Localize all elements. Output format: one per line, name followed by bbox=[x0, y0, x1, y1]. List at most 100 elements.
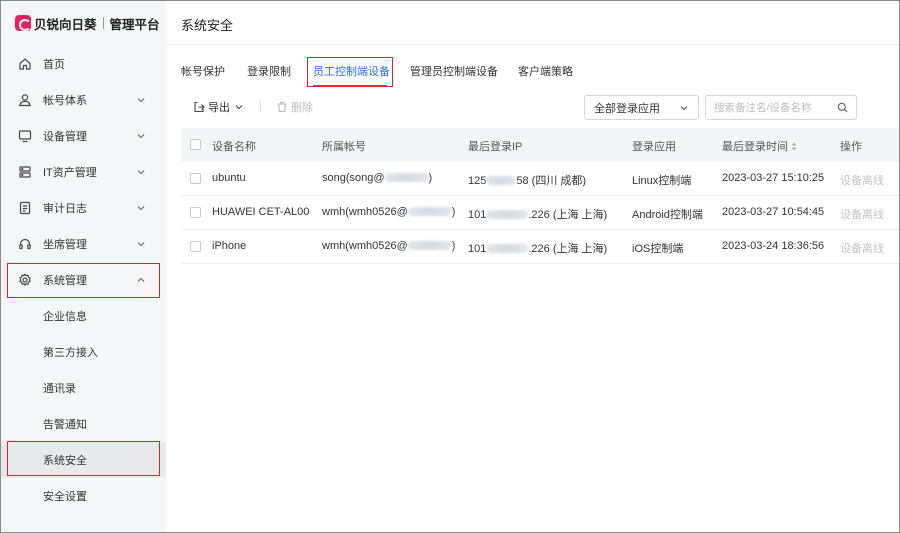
headset-icon bbox=[18, 237, 32, 251]
account-prefix: wmh(wmh0526@ bbox=[322, 240, 408, 252]
account-suffix: ) bbox=[428, 172, 433, 184]
sidebar-subitem-company-info[interactable]: 企业信息 bbox=[1, 298, 166, 334]
account-suffix: ) bbox=[451, 240, 456, 252]
login-app: Android控制端 bbox=[632, 209, 703, 221]
monitor-icon bbox=[18, 129, 32, 143]
account-prefix: wmh(wmh0526@ bbox=[322, 206, 408, 218]
sunlogin-logo-icon bbox=[15, 15, 31, 31]
tab-client-policy[interactable]: 客户端策略 bbox=[518, 63, 573, 79]
account: wmh(wmh0526@) bbox=[322, 240, 455, 252]
column-header-login-app: 登录应用 bbox=[632, 141, 676, 153]
ip-prefix: 125 bbox=[468, 175, 487, 187]
home-icon bbox=[18, 57, 32, 71]
sidebar-item-devices[interactable]: 设备管理 bbox=[1, 118, 166, 154]
sidebar-item-seats[interactable]: 坐席管理 bbox=[1, 226, 166, 262]
sidebar-subitem-alerts[interactable]: 告警通知 bbox=[1, 406, 166, 442]
search-input[interactable] bbox=[706, 96, 831, 119]
last-login-ip: 125 58 (四川 成都) bbox=[468, 172, 586, 188]
sidebar-item-label: 设备管理 bbox=[43, 131, 87, 143]
sidebar-item-home[interactable]: 首页 bbox=[1, 46, 166, 82]
row-checkbox[interactable] bbox=[190, 241, 201, 252]
page-title: 系统安全 bbox=[181, 18, 234, 33]
sidebar-item-label: 审计日志 bbox=[43, 203, 87, 215]
redacted-mask bbox=[486, 244, 529, 253]
sidebar-item-label: IT资产管理 bbox=[43, 167, 97, 179]
product-name: 管理平台 bbox=[109, 17, 160, 32]
sidebar-item-it-assets[interactable]: IT资产管理 bbox=[1, 154, 166, 190]
app-window: 贝锐向日葵 管理平台 首页 帐号体系 设备管理 IT资产管理 审计日志 坐席管理… bbox=[0, 0, 900, 533]
logo-divider bbox=[102, 17, 104, 29]
export-button[interactable]: 导出 bbox=[193, 98, 245, 116]
search-icon[interactable] bbox=[837, 102, 848, 113]
login-app: iOS控制端 bbox=[632, 243, 684, 255]
last-login-ip: 101 .226 (上海 上海) bbox=[468, 240, 607, 256]
toolbar-divider bbox=[260, 101, 261, 113]
column-header-actions: 操作 bbox=[840, 141, 862, 153]
highlight-box-active-tab bbox=[307, 57, 393, 87]
redacted-mask bbox=[486, 210, 529, 219]
sidebar-subitem-security-settings[interactable]: 安全设置 bbox=[1, 478, 166, 514]
chevron-down-icon bbox=[136, 239, 146, 249]
column-header-account: 所属帐号 bbox=[322, 141, 366, 153]
document-icon bbox=[18, 201, 32, 215]
logo: 贝锐向日葵 管理平台 bbox=[15, 13, 160, 33]
sidebar-subitem-third-party[interactable]: 第三方接入 bbox=[1, 334, 166, 370]
row-checkbox[interactable] bbox=[190, 207, 201, 218]
device-offline-action[interactable]: 设备离线 bbox=[840, 206, 884, 222]
column-header-last-login-time[interactable]: 最后登录时间 bbox=[722, 138, 797, 154]
page-header: 系统安全 bbox=[166, 1, 899, 45]
last-login-time: 2023-03-27 15:10:25 bbox=[722, 172, 825, 184]
highlight-box-system-management bbox=[7, 263, 160, 298]
ip-suffix: .226 (上海 上海) bbox=[528, 243, 608, 255]
export-label: 导出 bbox=[208, 102, 230, 114]
device-name: iPhone bbox=[212, 240, 247, 252]
table-row: HUAWEI CET-AL00 wmh(wmh0526@) 101 .226 (上… bbox=[181, 196, 899, 230]
device-offline-action[interactable]: 设备离线 bbox=[840, 172, 884, 188]
tab-account-protection[interactable]: 帐号保护 bbox=[181, 63, 225, 79]
highlight-box-system-security bbox=[7, 441, 160, 476]
chevron-down-icon bbox=[136, 95, 146, 105]
delete-button[interactable]: 删除 bbox=[276, 98, 313, 116]
table-row: ubuntu song(song@) 125 58 (四川 成都) Linux控制… bbox=[181, 162, 899, 196]
chevron-down-icon bbox=[679, 103, 689, 113]
tab-admin-devices[interactable]: 管理员控制端设备 bbox=[410, 63, 498, 79]
last-login-ip: 101 .226 (上海 上海) bbox=[468, 206, 607, 222]
sidebar: 贝锐向日葵 管理平台 首页 帐号体系 设备管理 IT资产管理 审计日志 坐席管理… bbox=[1, 1, 166, 532]
chevron-down-icon bbox=[136, 203, 146, 213]
ip-prefix: 101 bbox=[468, 209, 487, 221]
column-header-device-name: 设备名称 bbox=[212, 141, 256, 153]
last-login-time: 2023-03-27 10:54:45 bbox=[722, 206, 825, 218]
chevron-down-icon bbox=[136, 167, 146, 177]
server-icon bbox=[18, 165, 32, 179]
sidebar-item-label: 坐席管理 bbox=[43, 239, 87, 251]
account-prefix: song(song@ bbox=[322, 172, 385, 184]
row-checkbox[interactable] bbox=[190, 173, 201, 184]
device-name: HUAWEI CET-AL00 bbox=[212, 206, 310, 218]
sidebar-item-label: 帐号体系 bbox=[43, 95, 87, 107]
user-icon bbox=[18, 93, 32, 107]
redacted-mask bbox=[407, 241, 452, 250]
delete-label: 删除 bbox=[291, 102, 313, 114]
account-suffix: ) bbox=[451, 206, 456, 218]
account: wmh(wmh0526@) bbox=[322, 206, 455, 218]
export-icon bbox=[194, 101, 205, 113]
login-app: Linux控制端 bbox=[632, 175, 692, 187]
account: song(song@) bbox=[322, 172, 432, 184]
ip-suffix: 58 (四川 成都) bbox=[516, 175, 587, 187]
sidebar-item-accounts[interactable]: 帐号体系 bbox=[1, 82, 166, 118]
login-app-filter-select[interactable]: 全部登录应用 bbox=[584, 95, 699, 120]
device-offline-action[interactable]: 设备离线 bbox=[840, 240, 884, 256]
table-row: iPhone wmh(wmh0526@) 101 .226 (上海 上海) iOS… bbox=[181, 230, 899, 264]
redacted-mask bbox=[384, 173, 429, 182]
select-all-checkbox[interactable] bbox=[190, 139, 201, 150]
column-header-last-login-time-label: 最后登录时间 bbox=[722, 141, 788, 153]
last-login-time: 2023-03-24 18:36:56 bbox=[722, 240, 825, 252]
brand-name: 贝锐向日葵 bbox=[34, 17, 97, 32]
trash-icon bbox=[277, 101, 287, 113]
chevron-down-icon bbox=[136, 131, 146, 141]
sidebar-item-audit-log[interactable]: 审计日志 bbox=[1, 190, 166, 226]
tab-login-restriction[interactable]: 登录限制 bbox=[247, 63, 291, 79]
redacted-mask bbox=[486, 176, 517, 185]
sidebar-subitem-contacts[interactable]: 通讯录 bbox=[1, 370, 166, 406]
device-name: ubuntu bbox=[212, 172, 246, 184]
